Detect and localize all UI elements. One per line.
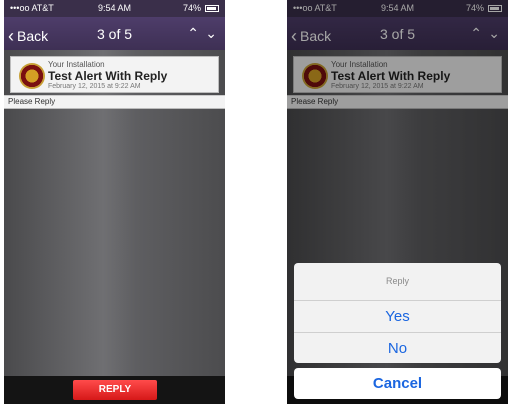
bottom-bar: REPLY bbox=[4, 376, 225, 404]
status-bar: •••oo AT&T 9:54 AM 74% bbox=[4, 0, 225, 17]
chevron-up-icon[interactable]: ⌃ bbox=[187, 25, 199, 42]
alert-date: February 12, 2015 at 9:22 AM bbox=[48, 83, 141, 90]
alert-title: Test Alert With Reply bbox=[48, 69, 168, 83]
nav-bar: ‹ Back 3 of 5 ⌃ ⌄ bbox=[4, 17, 225, 50]
installation-seal-icon bbox=[19, 63, 45, 89]
reply-no-button[interactable]: No bbox=[294, 333, 501, 363]
cancel-button[interactable]: Cancel bbox=[294, 368, 501, 399]
battery-percent: 74% bbox=[182, 3, 201, 13]
installation-label: Your Installation bbox=[48, 60, 105, 69]
action-sheet-title: Reply bbox=[294, 263, 501, 301]
alert-content: Your Installation Test Alert With Reply … bbox=[4, 50, 225, 376]
battery-icon bbox=[205, 5, 219, 12]
phone-screen-right: •••oo AT&T 9:54 AM 74% ‹ Back 3 of 5 ⌃ ⌄ … bbox=[287, 0, 508, 404]
alert-body: Please Reply bbox=[4, 95, 225, 109]
reply-action-sheet: Reply Yes No bbox=[294, 263, 501, 363]
alert-card: Your Installation Test Alert With Reply … bbox=[10, 56, 219, 93]
phone-screen-left: •••oo AT&T 9:54 AM 74% ‹ Back 3 of 5 ⌃ ⌄ … bbox=[4, 0, 225, 404]
chevron-down-icon[interactable]: ⌄ bbox=[205, 25, 217, 42]
reply-yes-button[interactable]: Yes bbox=[294, 301, 501, 333]
reply-button[interactable]: REPLY bbox=[73, 380, 157, 400]
